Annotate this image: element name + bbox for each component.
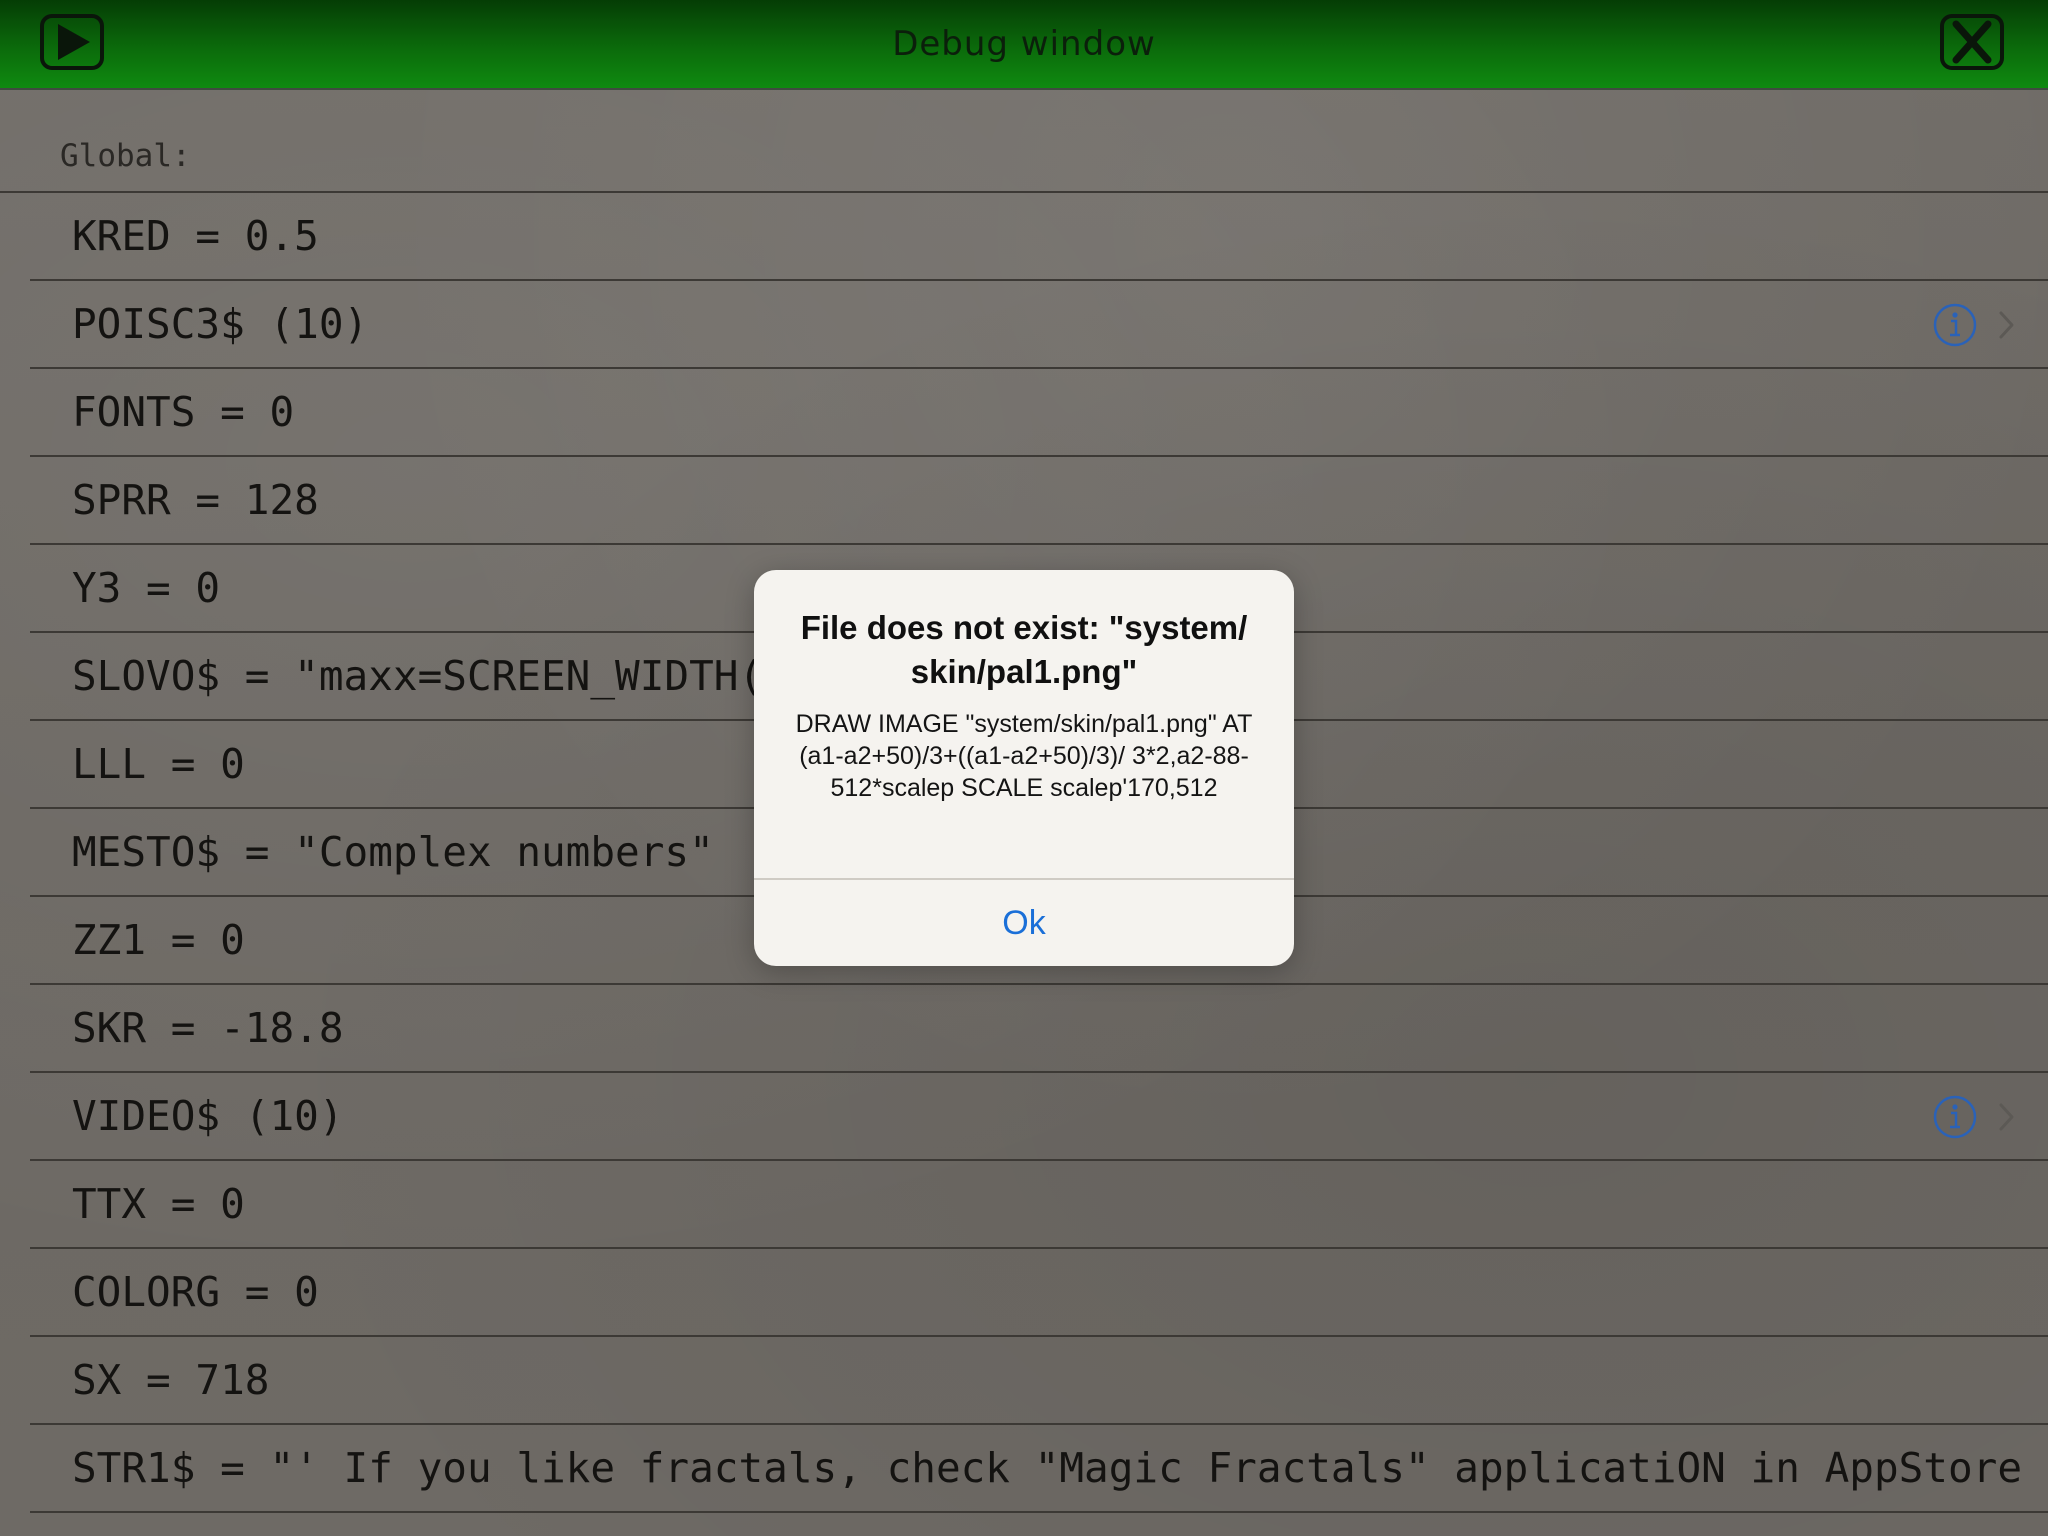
ok-button[interactable]: Ok [754, 880, 1294, 966]
alert-message: DRAW IMAGE "system/skin/pal1.png" AT (a1… [795, 710, 1253, 802]
alert-dialog: File does not exist: "system/ skin/pal1.… [754, 570, 1294, 966]
alert-title: File does not exist: "system/ skin/pal1.… [800, 609, 1248, 690]
